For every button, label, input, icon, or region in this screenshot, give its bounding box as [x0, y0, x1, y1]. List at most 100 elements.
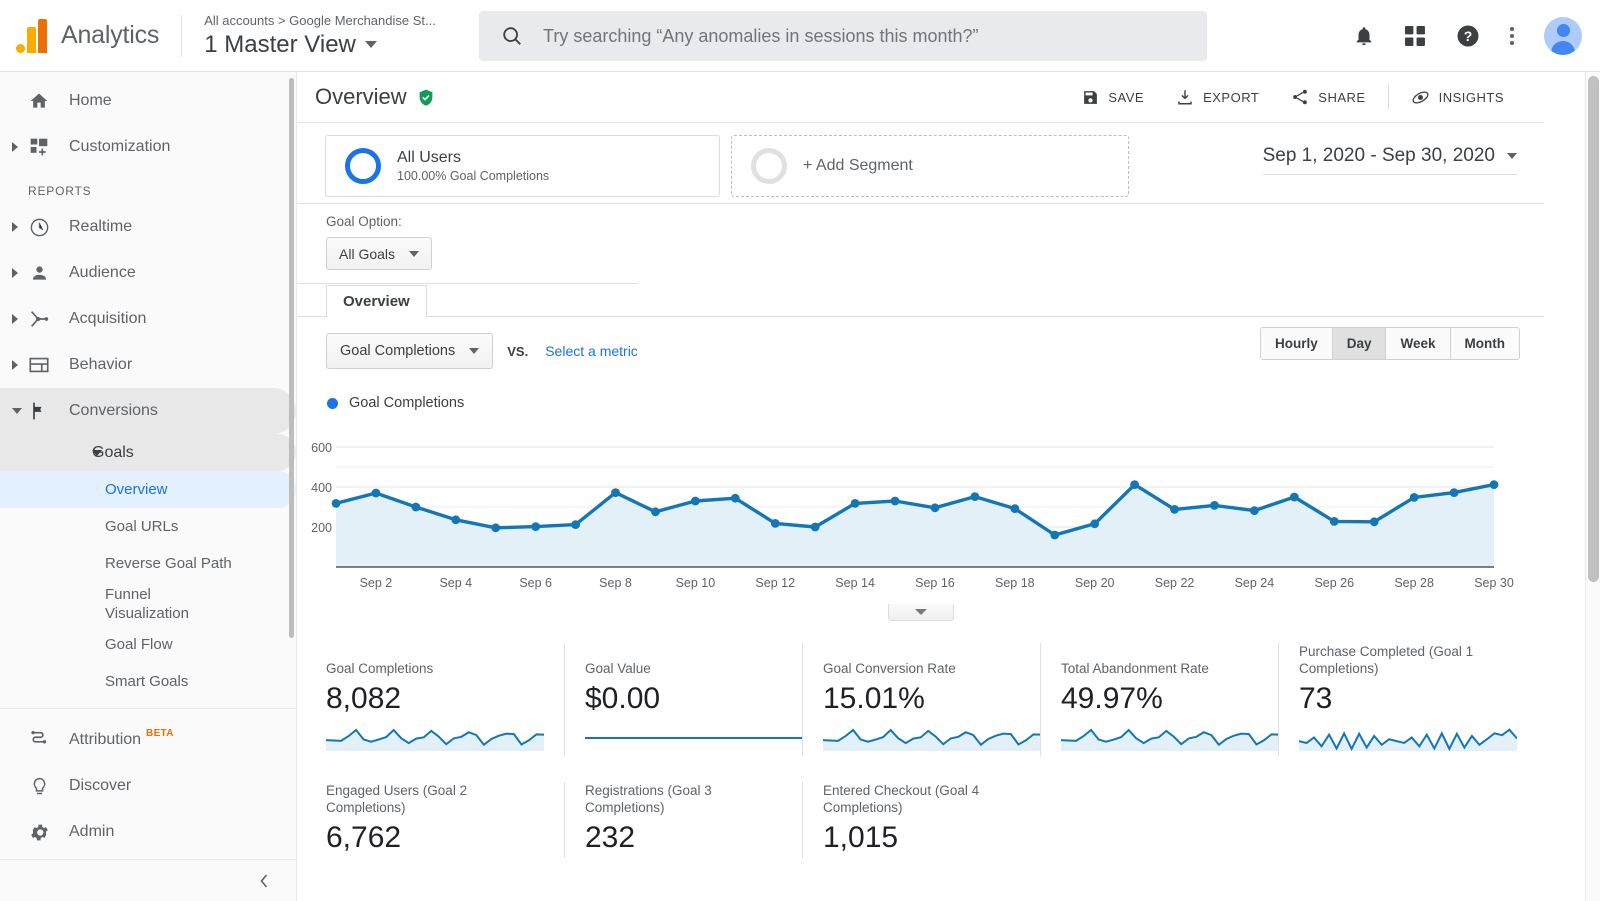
bell-icon[interactable] — [1353, 24, 1375, 48]
granularity-day[interactable]: Day — [1332, 328, 1387, 359]
add-segment-button[interactable]: + Add Segment — [731, 135, 1129, 197]
metric-card[interactable]: Goal Completions 8,082 — [325, 643, 564, 756]
scrollbar-thumb[interactable] — [1588, 76, 1599, 582]
chevron-right-icon[interactable] — [12, 360, 18, 370]
svg-text:Sep 28: Sep 28 — [1394, 576, 1434, 590]
sidebar-item-label: Admin — [69, 823, 115, 840]
granularity-month[interactable]: Month — [1450, 328, 1519, 359]
svg-text:Sep 30: Sep 30 — [1474, 576, 1514, 590]
breadcrumb[interactable]: All accounts > Google Merchandise St... — [204, 12, 436, 29]
goal-completions-chart[interactable]: 200 400 600 Sep 2 Sep 4 Sep 6 Sep 8 Sep 10 Sep 1… — [298, 419, 1544, 621]
metric-card-label: Entered Checkout (Goal 4 Completions) — [823, 783, 980, 815]
share-button[interactable]: SHARE — [1275, 88, 1381, 106]
help-icon[interactable]: ? — [1456, 24, 1480, 48]
verified-shield-icon — [417, 88, 435, 107]
metric-card[interactable]: Engaged Users (Goal 2 Completions) 6,762 — [326, 782, 564, 858]
svg-text:Sep 18: Sep 18 — [995, 576, 1035, 590]
metric-card-value: 8,082 — [326, 682, 402, 715]
metric-card-sparkline — [1298, 725, 1518, 756]
sidebar-item-smart-goals[interactable]: Smart Goals — [0, 663, 296, 700]
account-selector[interactable]: All accounts > Google Merchandise St... … — [204, 12, 436, 60]
sidebar-item-goal-flow[interactable]: Goal Flow — [0, 626, 296, 663]
sidebar-divider — [0, 708, 296, 709]
chevron-left-icon — [260, 873, 268, 888]
metric-card-label: Total Abandonment Rate — [1061, 661, 1209, 676]
sidebar-item-behavior[interactable]: Behavior — [0, 342, 296, 388]
metric-selector-dropdown[interactable]: Goal Completions — [326, 333, 494, 369]
chevron-right-icon[interactable] — [12, 268, 18, 278]
segment-title: All Users — [397, 148, 462, 166]
select-metric-link[interactable]: Select a metric — [545, 343, 638, 359]
metric-card-label: Purchase Completed (Goal 1 Completions) — [1299, 644, 1474, 676]
legend-color-dot — [327, 397, 338, 409]
metric-card[interactable]: Total Abandonment Rate 49.97% — [1040, 643, 1280, 756]
sidebar-item-funnel-visualization[interactable]: Funnel Visualization — [0, 582, 296, 626]
chevron-right-icon[interactable] — [12, 314, 18, 324]
segment-ring-icon — [345, 148, 381, 184]
chevron-down-icon[interactable] — [12, 408, 22, 414]
metric-card[interactable]: Goal Value $0.00 — [564, 643, 803, 756]
sidebar-item-customization[interactable]: Customization — [0, 124, 296, 170]
sidebar-collapse-button[interactable] — [0, 859, 297, 901]
sidebar-item-goal-urls[interactable]: Goal URLs — [0, 508, 296, 545]
chevron-down-icon[interactable] — [364, 41, 377, 48]
avatar[interactable] — [1544, 17, 1582, 55]
sidebar-item-reverse-goal-path[interactable]: Reverse Goal Path — [0, 545, 296, 582]
chart-collapse-toggle[interactable] — [888, 604, 954, 621]
metric-card[interactable]: Purchase Completed (Goal 1 Completions) 7… — [1278, 643, 1518, 756]
google-analytics-logo[interactable] — [16, 18, 47, 53]
sidebar-item-label: Smart Goals — [105, 673, 189, 690]
tab-overview[interactable]: Overview — [326, 285, 427, 318]
brand-divider — [181, 14, 183, 57]
sidebar-item-attribution[interactable]: Attribution BETA — [0, 717, 296, 763]
granularity-week[interactable]: Week — [1386, 328, 1451, 359]
export-label: EXPORT — [1203, 89, 1260, 105]
sidebar-item-acquisition[interactable]: Acquisition — [0, 296, 296, 342]
metric-card-value: 73 — [1299, 682, 1333, 715]
sidebar-item-home[interactable]: Home — [0, 78, 296, 124]
legend-label: Goal Completions — [349, 395, 465, 411]
more-vert-icon[interactable] — [1510, 27, 1514, 45]
metric-card-row-1: Goal Completions 8,082 Goal Value $0.00 Goal… — [298, 643, 1544, 756]
metric-card[interactable]: Registrations (Goal 3 Completions) 232 — [564, 782, 802, 858]
sidebar-item-realtime[interactable]: Realtime — [0, 204, 296, 250]
sidebar-item-admin[interactable]: Admin — [0, 809, 296, 855]
search-input[interactable] — [543, 25, 1163, 47]
beta-badge: BETA — [146, 727, 174, 739]
gear-icon — [28, 821, 50, 843]
svg-text:?: ? — [1464, 28, 1473, 44]
sidebar-item-audience[interactable]: Audience — [0, 250, 296, 296]
granularity-toggle-group: Hourly Day Week Month — [1259, 327, 1520, 360]
metric-card-value: 1,015 — [823, 821, 899, 854]
metric-cards: Goal Completions 8,082 Goal Value $0.00 Goal… — [298, 643, 1544, 858]
save-icon — [1084, 90, 1098, 104]
chevron-right-icon[interactable] — [12, 222, 18, 232]
insights-button[interactable]: INSIGHTS — [1395, 88, 1520, 107]
sparkline — [1060, 728, 1280, 751]
search-bar[interactable] — [479, 11, 1207, 61]
main-scrollbar[interactable] — [1585, 72, 1600, 901]
metric-card[interactable]: Entered Checkout (Goal 4 Completions) 1,0… — [802, 782, 1040, 858]
sidebar-group-goals[interactable]: Goals — [0, 434, 296, 471]
date-range-selector[interactable]: Sep 1, 2020 - Sep 30, 2020 — [1262, 145, 1517, 175]
sidebar-item-conversions[interactable]: Conversions — [0, 388, 296, 434]
metric-card[interactable]: Goal Conversion Rate 15.01% — [802, 643, 1042, 756]
granularity-hourly[interactable]: Hourly — [1260, 328, 1333, 359]
segment-all-users[interactable]: All Users 100.00% Goal Completions — [325, 135, 720, 197]
export-button[interactable]: EXPORT — [1160, 88, 1275, 106]
metric-card-sparkline — [822, 725, 1042, 756]
sidebar-item-discover[interactable]: Discover — [0, 763, 296, 809]
chevron-down-icon[interactable] — [92, 449, 102, 456]
svg-text:Sep 22: Sep 22 — [1155, 576, 1195, 590]
page-title: Overview — [315, 84, 407, 109]
bulb-icon — [28, 775, 50, 797]
goal-option-dropdown[interactable]: All Goals — [326, 237, 433, 270]
apps-grid-icon[interactable] — [1405, 25, 1426, 47]
save-button[interactable]: SAVE — [1066, 89, 1160, 106]
main-content: Overview SAVE EXPORT SHARE INSIGHTS All … — [298, 72, 1544, 901]
sidebar-scrollbar[interactable] — [289, 78, 294, 638]
date-range-value: Sep 1, 2020 - Sep 30, 2020 — [1262, 145, 1495, 166]
chevron-right-icon[interactable] — [12, 142, 18, 152]
sidebar-item-goals-overview[interactable]: Overview — [0, 471, 296, 508]
chart-controls: Goal Completions VS. Select a metric Hou… — [298, 327, 1544, 369]
